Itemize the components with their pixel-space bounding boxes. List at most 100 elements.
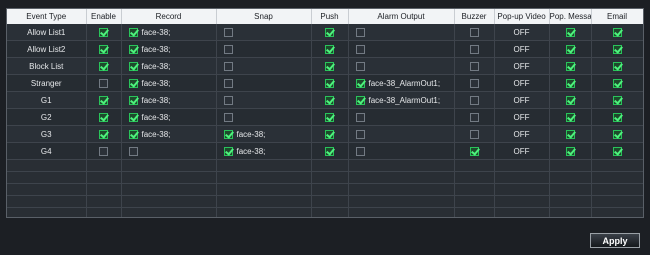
snap-checkbox[interactable] [223, 61, 233, 71]
pop-message-cell [549, 24, 592, 41]
push-cell [311, 40, 349, 58]
buzzer-checkbox[interactable] [469, 129, 479, 139]
alarm-output-checkbox[interactable] [355, 112, 365, 122]
buzzer-checkbox[interactable] [469, 78, 479, 88]
email-checkbox[interactable] [612, 27, 622, 37]
push-checkbox[interactable] [325, 78, 334, 88]
record-value: face-38; [141, 44, 171, 54]
pop-message-checkbox[interactable] [565, 129, 575, 139]
header-record[interactable]: Record [121, 9, 217, 24]
snap-checkbox[interactable] [223, 44, 233, 54]
popup-video-value[interactable]: OFF [494, 74, 550, 92]
record-checkbox[interactable] [128, 95, 138, 105]
header-popup-video[interactable]: Pop-up Video [494, 9, 550, 24]
event-type-cell: Block List [7, 57, 87, 75]
pop-message-checkbox[interactable] [565, 27, 575, 37]
buzzer-checkbox[interactable] [469, 44, 479, 54]
pop-message-checkbox[interactable] [565, 146, 575, 156]
enable-checkbox[interactable] [99, 129, 108, 139]
record-checkbox[interactable] [128, 27, 138, 37]
snap-checkbox[interactable] [223, 27, 233, 37]
enable-checkbox[interactable] [99, 27, 108, 37]
record-checkbox[interactable] [128, 146, 138, 156]
buzzer-checkbox[interactable] [469, 112, 479, 122]
email-checkbox[interactable] [612, 95, 622, 105]
record-checkbox[interactable] [128, 129, 138, 139]
empty-cell [216, 159, 312, 172]
alarm-output-checkbox[interactable] [355, 146, 365, 156]
enable-checkbox[interactable] [99, 146, 108, 156]
email-checkbox[interactable] [612, 112, 622, 122]
buzzer-checkbox[interactable] [469, 95, 479, 105]
record-cell: face-38; [121, 74, 217, 92]
alarm-output-value: face-38_AlarmOut1; [368, 78, 441, 88]
snap-checkbox[interactable] [223, 146, 233, 156]
buzzer-checkbox[interactable] [469, 61, 479, 71]
popup-video-value[interactable]: OFF [494, 142, 550, 160]
header-alarm-output[interactable]: Alarm Output [348, 9, 455, 24]
popup-video-value[interactable]: OFF [494, 57, 550, 75]
popup-video-value[interactable]: OFF [494, 40, 550, 58]
push-checkbox[interactable] [325, 95, 334, 105]
pop-message-checkbox[interactable] [565, 112, 575, 122]
header-buzzer[interactable]: Buzzer [454, 9, 495, 24]
popup-video-value[interactable]: OFF [494, 91, 550, 109]
alarm-output-checkbox[interactable] [355, 129, 365, 139]
pop-message-checkbox[interactable] [565, 61, 575, 71]
popup-video-value[interactable]: OFF [494, 125, 550, 143]
push-checkbox[interactable] [325, 61, 334, 71]
alarm-output-checkbox[interactable] [355, 61, 365, 71]
apply-button[interactable]: Apply [590, 233, 640, 248]
record-cell: face-38; [121, 40, 217, 58]
enable-checkbox[interactable] [99, 78, 108, 88]
alarm-output-checkbox[interactable] [355, 78, 365, 88]
record-checkbox[interactable] [128, 78, 138, 88]
snap-cell [216, 108, 312, 126]
enable-checkbox[interactable] [99, 44, 108, 54]
snap-checkbox[interactable] [223, 129, 233, 139]
header-event-type[interactable]: Event Type [7, 9, 87, 24]
header-enable[interactable]: Enable [86, 9, 122, 24]
push-checkbox[interactable] [325, 112, 334, 122]
pop-message-checkbox[interactable] [565, 78, 575, 88]
enable-checkbox[interactable] [99, 61, 108, 71]
email-checkbox[interactable] [612, 61, 622, 71]
record-cell: face-38; [121, 125, 217, 143]
header-email[interactable]: Email [591, 9, 643, 24]
record-checkbox[interactable] [128, 61, 138, 71]
push-cell [311, 91, 349, 109]
buzzer-checkbox[interactable] [469, 146, 479, 156]
snap-value: face-38; [236, 146, 266, 156]
push-cell [311, 74, 349, 92]
header-snap[interactable]: Snap [216, 9, 312, 24]
email-cell [591, 142, 643, 160]
snap-checkbox[interactable] [223, 95, 233, 105]
alarm-output-checkbox[interactable] [355, 27, 365, 37]
record-checkbox[interactable] [128, 112, 138, 122]
snap-checkbox[interactable] [223, 112, 233, 122]
snap-checkbox[interactable] [223, 78, 233, 88]
empty-cell [7, 195, 87, 208]
header-pop-message[interactable]: Pop. Messag [549, 9, 592, 24]
push-checkbox[interactable] [325, 27, 334, 37]
header-push[interactable]: Push [311, 9, 349, 24]
push-checkbox[interactable] [325, 129, 334, 139]
alarm-output-checkbox[interactable] [355, 44, 365, 54]
snap-cell [216, 24, 312, 41]
push-checkbox[interactable] [325, 146, 334, 156]
push-checkbox[interactable] [325, 44, 334, 54]
email-checkbox[interactable] [612, 78, 622, 88]
enable-checkbox[interactable] [99, 112, 108, 122]
buzzer-checkbox[interactable] [469, 27, 479, 37]
pop-message-checkbox[interactable] [565, 44, 575, 54]
enable-checkbox[interactable] [99, 95, 108, 105]
popup-video-value[interactable]: OFF [494, 108, 550, 126]
event-type-cell: Stranger [7, 74, 87, 92]
alarm-output-checkbox[interactable] [355, 95, 365, 105]
email-checkbox[interactable] [612, 129, 622, 139]
record-checkbox[interactable] [128, 44, 138, 54]
email-checkbox[interactable] [612, 146, 622, 156]
pop-message-checkbox[interactable] [565, 95, 575, 105]
email-checkbox[interactable] [612, 44, 622, 54]
popup-video-value[interactable]: OFF [494, 24, 550, 41]
